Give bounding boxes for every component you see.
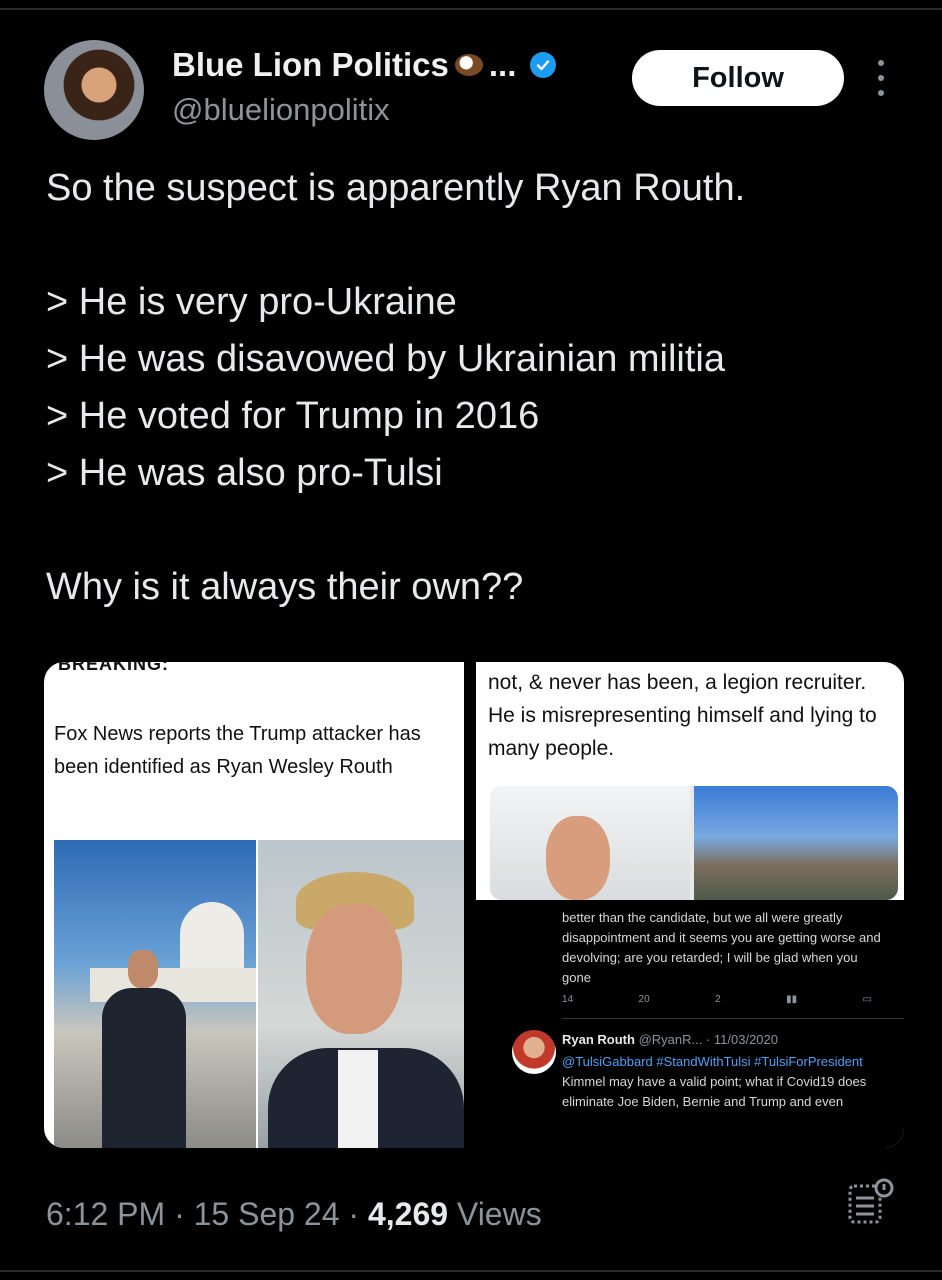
- media-image-left[interactable]: BREAKING: Fox News reports the Trump att…: [44, 662, 464, 1148]
- reply2-meta: @RyanR... · 11/03/2020: [638, 1032, 778, 1047]
- post-line: > He is very pro-Ukraine: [46, 281, 457, 323]
- author-display-name[interactable]: Blue Lion Politics: [172, 46, 449, 84]
- post-text: So the suspect is apparently Ryan Routh.…: [46, 160, 906, 616]
- news-report-text: Fox News reports the Trump attacker has …: [54, 723, 421, 778]
- reply-count: 14: [562, 994, 574, 1005]
- person-face: [546, 816, 610, 900]
- square-photo: [694, 786, 898, 900]
- more-dot: [878, 60, 884, 66]
- reply-avatar: [512, 1030, 556, 1074]
- post-date[interactable]: 15 Sep 24: [194, 1196, 340, 1232]
- coconut-emoji-icon: [454, 54, 483, 76]
- separator-dot: ·: [348, 1196, 368, 1232]
- post-meta: 6:12 PM · 15 Sep 24 · 4,269 Views: [46, 1196, 542, 1233]
- person-face: [306, 904, 402, 1034]
- author-avatar[interactable]: [44, 40, 144, 140]
- reply2-text: Kimmel may have a valid point; what if C…: [562, 1074, 867, 1109]
- more-options-icon[interactable]: [874, 60, 888, 96]
- reply-text: better than the candidate, but we all we…: [562, 910, 881, 985]
- post-line: So the suspect is apparently Ryan Routh.: [46, 167, 746, 209]
- portrait-photo: [490, 786, 690, 900]
- post-time[interactable]: 6:12 PM: [46, 1196, 165, 1232]
- post-line: > He was also pro-Tulsi: [46, 452, 443, 494]
- bottom-divider: [0, 1270, 942, 1272]
- more-dot: [878, 90, 884, 96]
- person-shirt: [338, 1050, 378, 1148]
- reply-divider: [562, 1018, 904, 1019]
- post-line: Why is it always their own??: [46, 566, 524, 608]
- author-handle[interactable]: @bluelionpolitix: [172, 92, 390, 128]
- more-dot: [878, 75, 884, 81]
- reply2-header: Ryan Routh @RyanR... · 11/03/2020: [562, 1032, 892, 1047]
- legion-statement-text: not, & never has been, a legion recruite…: [488, 671, 877, 760]
- selfie-photo: [258, 840, 464, 1148]
- capitol-photo: [54, 840, 256, 1148]
- bookmark-icon: ▭: [862, 994, 872, 1005]
- reply-stats: 14 20 2 ▮▮ ▭: [562, 994, 872, 1005]
- verified-badge-icon[interactable]: [530, 52, 557, 78]
- capitol-dome: [180, 902, 244, 972]
- separator-dot: ·: [174, 1196, 194, 1232]
- photo-pair: [490, 786, 898, 900]
- post-line: > He was disavowed by Ukrainian militia: [46, 338, 726, 380]
- reply2-name: Ryan Routh: [562, 1032, 635, 1047]
- post-line: > He voted for Trump in 2016: [46, 395, 540, 437]
- views-icon: ▮▮: [786, 994, 798, 1005]
- reply2-body: @TulsiGabbard #StandWithTulsi #TulsiForP…: [562, 1052, 882, 1112]
- reply-screenshot: better than the candidate, but we all we…: [476, 900, 904, 1148]
- analytics-icon[interactable]: [846, 1178, 894, 1228]
- reply2-tags: @TulsiGabbard #StandWithTulsi #TulsiForP…: [562, 1054, 863, 1069]
- views-label: Views: [456, 1196, 542, 1232]
- person-head: [128, 950, 158, 988]
- post-media[interactable]: BREAKING: Fox News reports the Trump att…: [44, 662, 904, 1148]
- breaking-label: BREAKING:: [58, 662, 169, 674]
- author-name-row[interactable]: Blue Lion Politics ...: [172, 46, 557, 84]
- name-truncation: ...: [488, 46, 517, 83]
- media-image-right[interactable]: not, & never has been, a legion recruite…: [476, 662, 904, 1148]
- like-count: 2: [715, 994, 721, 1005]
- person-body: [102, 988, 186, 1148]
- views-count: 4,269: [367, 1196, 449, 1232]
- retweet-count: 20: [638, 994, 650, 1005]
- follow-button[interactable]: Follow: [632, 50, 844, 106]
- top-divider: [0, 8, 942, 10]
